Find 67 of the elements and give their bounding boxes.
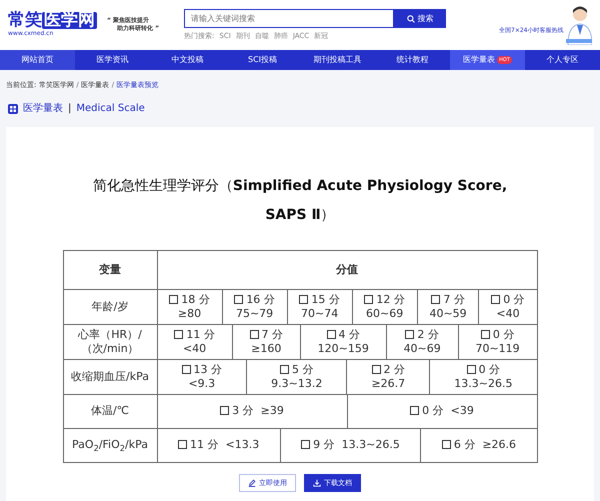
document-title: SAPS Ⅱ） <box>264 206 336 225</box>
table-cell: 0 分 13.3~26.5 <box>429 360 536 394</box>
logo-text[interactable]: 常笑 <box>8 12 42 29</box>
table-cell: 16 分 75~79 <box>222 290 287 324</box>
checkbox[interactable] <box>410 406 420 416</box>
table-header: 分值 <box>335 262 359 278</box>
search-icon <box>406 14 415 22</box>
checkbox[interactable] <box>299 294 308 304</box>
table-cell: 体温/℃ <box>64 395 158 428</box>
table-cell: 3 分 ≥39 <box>158 395 346 428</box>
table-cell: 0 分 70~119 <box>458 325 537 359</box>
table-cell: 13 分 <9.3 <box>158 360 246 394</box>
table-cell: 11 分 <40 <box>158 325 232 359</box>
table-cell: 收缩期血压/kPa <box>64 360 158 394</box>
nav-tab[interactable]: 统计教程 <box>375 50 450 70</box>
nav-tab[interactable]: 期刊投稿工具 <box>300 50 375 70</box>
checkbox[interactable] <box>280 364 289 374</box>
nav-tab[interactable]: 个人专区 <box>525 50 600 70</box>
checkbox[interactable] <box>301 440 310 450</box>
checkbox[interactable] <box>169 294 178 304</box>
checkbox[interactable] <box>174 330 184 339</box>
checkbox[interactable] <box>480 330 490 339</box>
download-icon <box>313 479 321 487</box>
table-cell: 12 分 60~69 <box>352 290 417 324</box>
search-button[interactable]: 搜索 <box>394 9 446 28</box>
checkbox[interactable] <box>178 440 187 450</box>
checkbox[interactable] <box>405 330 414 339</box>
table-cell: 11 分 <13.3 <box>158 429 280 462</box>
table-cell: 5 分 9.3~13.2 <box>246 360 346 394</box>
table-cell: 9 分 13.3~26.5 <box>280 429 420 462</box>
checkbox[interactable] <box>372 364 381 374</box>
table-cell: 心率（HR）/（次/min） <box>64 325 158 359</box>
checkbox[interactable] <box>431 294 440 304</box>
checkbox[interactable] <box>326 330 336 339</box>
table-cell: 2 分 ≥26.7 <box>346 360 430 394</box>
table-cell: 2 分 40~69 <box>386 325 458 359</box>
checkbox[interactable] <box>466 364 476 374</box>
table-cell: 年龄/岁 <box>64 290 158 324</box>
nav-tab[interactable]: 网站首页 <box>0 50 75 70</box>
table-cell: 0 分 <39 <box>346 395 536 428</box>
grid-icon <box>8 104 18 114</box>
checkbox[interactable] <box>182 364 191 374</box>
table-cell: 7 分 ≥160 <box>232 325 300 359</box>
table-cell: 15 分 70~74 <box>286 290 352 324</box>
search-field[interactable]: 请输入关键词搜索 <box>184 9 394 28</box>
section-title: 医学量表 <box>23 102 63 116</box>
checkbox[interactable] <box>234 294 244 304</box>
nav-tab[interactable]: 医学资讯 <box>75 50 150 70</box>
nav-tab[interactable]: 中文投稿 <box>150 50 225 70</box>
nav-tab[interactable]: SCI投稿 <box>225 50 300 70</box>
checkbox[interactable] <box>491 294 500 304</box>
table-cell: 7 分 40~59 <box>416 290 478 324</box>
checkbox[interactable] <box>220 406 230 416</box>
section-separator: | <box>68 102 72 116</box>
document-title: 简化急性生理学评分（Simplified Acute Physiology Score, <box>92 177 508 196</box>
table-header: 变量 <box>64 251 158 289</box>
table-cell: 18 分 ≥80 <box>158 290 222 324</box>
checkbox[interactable] <box>442 440 451 450</box>
section-subtitle: Medical Scale <box>76 102 145 116</box>
table-cell: 4 分 120~159 <box>300 325 386 359</box>
checkbox[interactable] <box>364 294 374 304</box>
table-cell: 6 分 ≥26.6 <box>420 429 537 462</box>
table-cell: 0 分 <40 <box>478 290 536 324</box>
pen-icon <box>248 479 256 487</box>
table-cell: PaO$_{2}$/FiO$_{2}$/kPa <box>64 429 158 462</box>
checkbox[interactable] <box>250 330 258 339</box>
doctor-drawing <box>566 5 592 45</box>
